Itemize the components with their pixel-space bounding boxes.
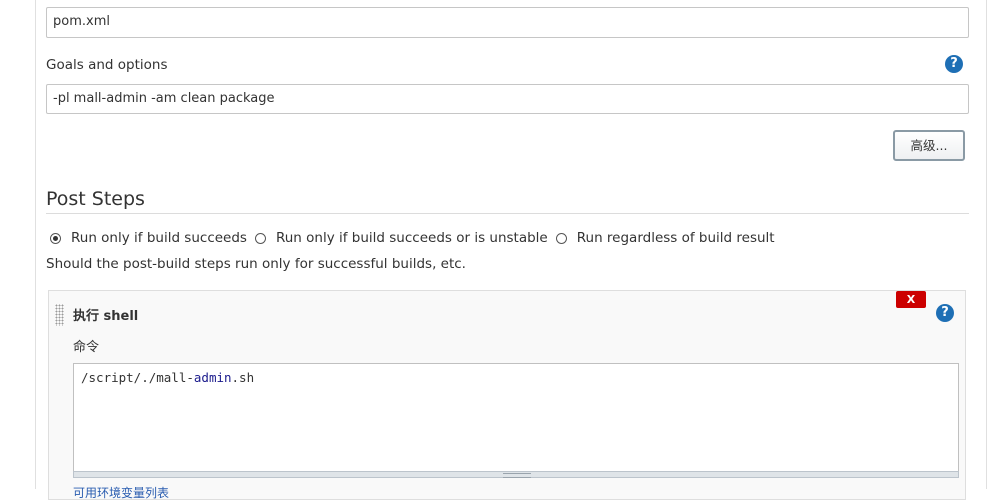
post-steps-title: Post Steps — [46, 188, 145, 210]
goals-input[interactable]: -pl mall-admin -am clean package — [46, 84, 969, 114]
goals-label: Goals and options — [46, 57, 168, 73]
radio-button[interactable] — [254, 232, 266, 244]
post-steps-radio-group: Run only if build succeeds Run only if b… — [50, 229, 783, 247]
command-label: 命令 — [73, 340, 100, 355]
command-textarea[interactable]: /script/./mall-admin.sh — [73, 363, 959, 473]
radio-option-always[interactable]: Run regardless of build result — [555, 230, 775, 246]
goals-help-icon[interactable]: ? — [945, 55, 963, 73]
advanced-button[interactable]: 高级... — [893, 130, 965, 161]
radio-option-unstable[interactable]: Run only if build succeeds or is unstabl… — [254, 230, 548, 246]
radio-button[interactable] — [555, 232, 567, 244]
radio-label: Run regardless of build result — [576, 230, 775, 246]
delete-step-button[interactable]: X — [896, 291, 926, 308]
drag-handle-icon[interactable] — [55, 304, 64, 326]
pom-input[interactable]: pom.xml — [46, 7, 969, 38]
env-vars-link[interactable]: 可用环境变量列表 — [73, 484, 169, 501]
radio-option-success[interactable]: Run only if build succeeds — [50, 230, 247, 246]
radio-button-checked[interactable] — [50, 232, 61, 244]
section-divider — [46, 213, 969, 214]
radio-label: Run only if build succeeds or is unstabl… — [275, 230, 548, 246]
shell-help-icon[interactable]: ? — [936, 304, 954, 322]
command-keyword: admin — [193, 370, 232, 385]
command-text: .sh — [231, 370, 255, 385]
post-steps-description: Should the post-build steps run only for… — [46, 256, 466, 272]
resize-grip-icon — [503, 473, 531, 478]
textarea-resize-handle[interactable] — [73, 471, 959, 478]
radio-label: Run only if build succeeds — [71, 230, 247, 246]
shell-step-title: 执行 shell — [73, 309, 139, 324]
command-text: /script/./mall- — [81, 370, 194, 385]
